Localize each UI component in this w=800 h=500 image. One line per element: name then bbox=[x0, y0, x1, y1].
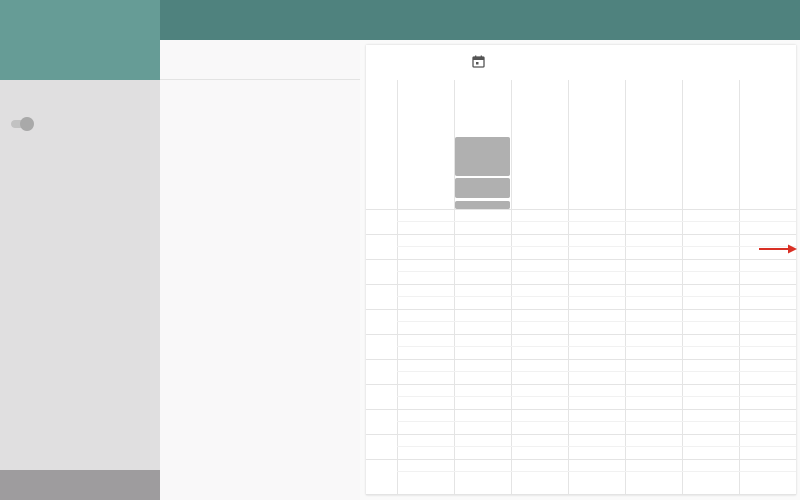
time-row-divider bbox=[366, 209, 796, 210]
time-row-divider bbox=[366, 384, 796, 385]
list-panel-header bbox=[160, 40, 360, 80]
time-row-divider bbox=[366, 334, 796, 335]
top-app-bar bbox=[160, 0, 800, 40]
calendar-icon[interactable] bbox=[472, 55, 485, 68]
half-hour-divider bbox=[397, 346, 796, 347]
arrow-right-icon bbox=[759, 244, 797, 254]
half-hour-divider bbox=[397, 421, 796, 422]
sidebar-toggle[interactable] bbox=[11, 117, 34, 131]
time-row-divider bbox=[366, 459, 796, 460]
half-hour-divider bbox=[397, 471, 796, 472]
half-hour-divider bbox=[397, 246, 796, 247]
half-hour-divider bbox=[397, 271, 796, 272]
sidebar-header bbox=[0, 0, 160, 80]
calendar-grid-panel bbox=[366, 45, 796, 495]
toggle-thumb bbox=[20, 117, 34, 131]
time-row-divider bbox=[366, 359, 796, 360]
time-row-divider bbox=[366, 309, 796, 310]
time-row-divider bbox=[366, 409, 796, 410]
day-column-divider bbox=[511, 80, 512, 495]
day-column-divider bbox=[682, 80, 683, 495]
time-row-divider bbox=[366, 434, 796, 435]
half-hour-divider bbox=[397, 221, 796, 222]
sidebar bbox=[0, 0, 160, 500]
time-row-divider bbox=[366, 234, 796, 235]
calendar-event-block[interactable] bbox=[455, 137, 510, 176]
time-row-divider bbox=[366, 494, 796, 495]
calendar-event-block[interactable] bbox=[455, 201, 510, 209]
half-hour-divider bbox=[397, 446, 796, 447]
time-row-divider bbox=[366, 284, 796, 285]
time-row-divider bbox=[366, 259, 796, 260]
half-hour-divider bbox=[397, 321, 796, 322]
day-column-divider bbox=[568, 80, 569, 495]
app-window bbox=[0, 0, 800, 500]
day-column-divider bbox=[397, 80, 398, 495]
half-hour-divider bbox=[397, 371, 796, 372]
sidebar-footer bbox=[0, 470, 160, 500]
day-column-divider bbox=[625, 80, 626, 495]
calendar-event-block[interactable] bbox=[455, 178, 510, 198]
half-hour-divider bbox=[397, 396, 796, 397]
day-column-divider bbox=[739, 80, 740, 495]
half-hour-divider bbox=[397, 296, 796, 297]
list-panel bbox=[160, 40, 360, 500]
